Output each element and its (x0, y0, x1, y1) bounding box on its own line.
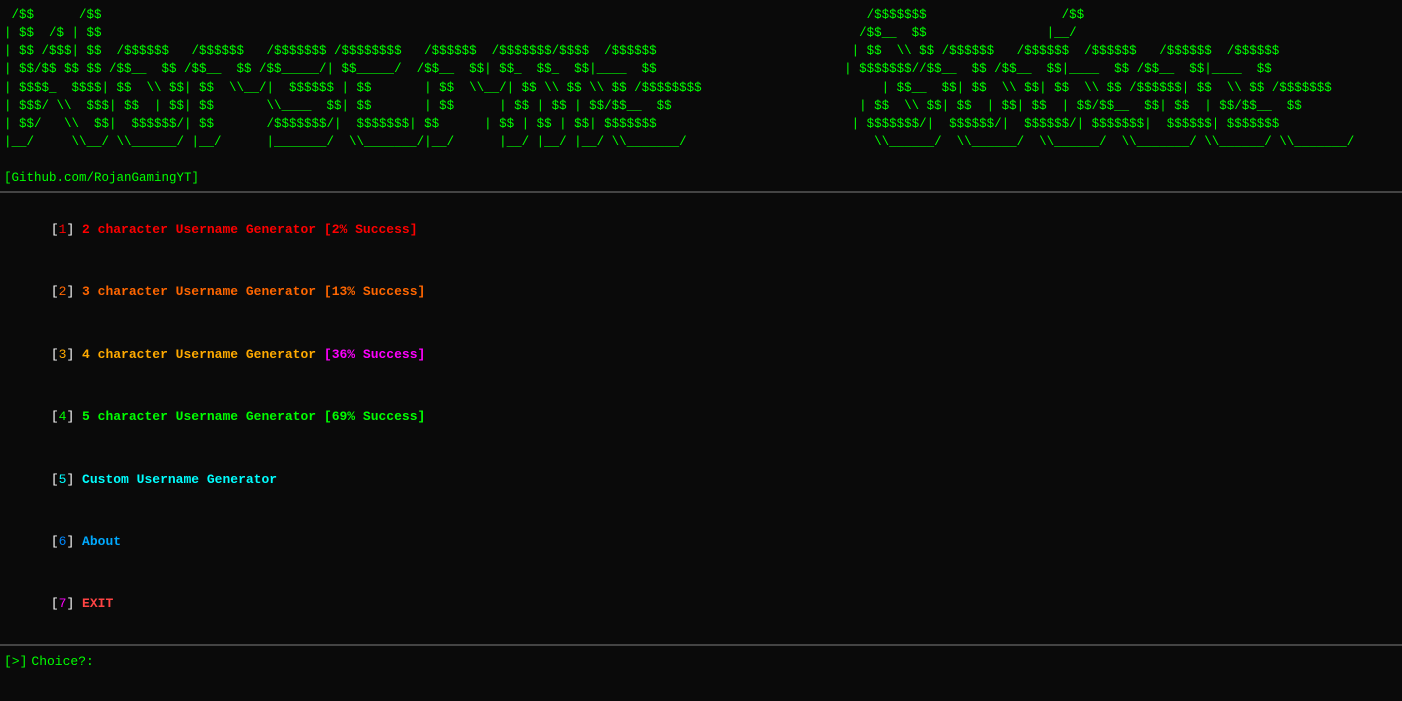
menu-item-4[interactable]: [4] 5 character Username Generator [69% … (4, 386, 1398, 448)
prompt-indicator: [>] (4, 654, 27, 669)
choice-input[interactable] (96, 654, 296, 669)
menu-item-1[interactable]: [1] 2 character Username Generator [2% S… (4, 199, 1398, 261)
ascii-art: /$$ /$$ /$$$$$$$ /$$ | $$ /$ | $$ (0, 0, 1402, 191)
menu-item-2[interactable]: [2] 3 character Username Generator [13% … (4, 262, 1398, 324)
menu: [1] 2 character Username Generator [2% S… (0, 193, 1402, 640)
terminal: /$$ /$$ /$$$$$$$ /$$ | $$ /$ | $$ (0, 0, 1402, 701)
choice-label: Choice?: (31, 654, 93, 669)
menu-item-7[interactable]: [7] EXIT (4, 574, 1398, 636)
input-section: [>] Choice?: (0, 646, 1402, 673)
github-link: [Github.com/RojanGamingYT] (4, 171, 199, 185)
menu-item-3[interactable]: [3] 4 character Username Generator [36% … (4, 324, 1398, 386)
menu-item-5[interactable]: [5] Custom Username Generator (4, 449, 1398, 511)
ascii-line-1: /$$ /$$ /$$$$$$$ /$$ | $$ /$ | $$ (4, 8, 1362, 149)
menu-item-6[interactable]: [6] About (4, 511, 1398, 573)
